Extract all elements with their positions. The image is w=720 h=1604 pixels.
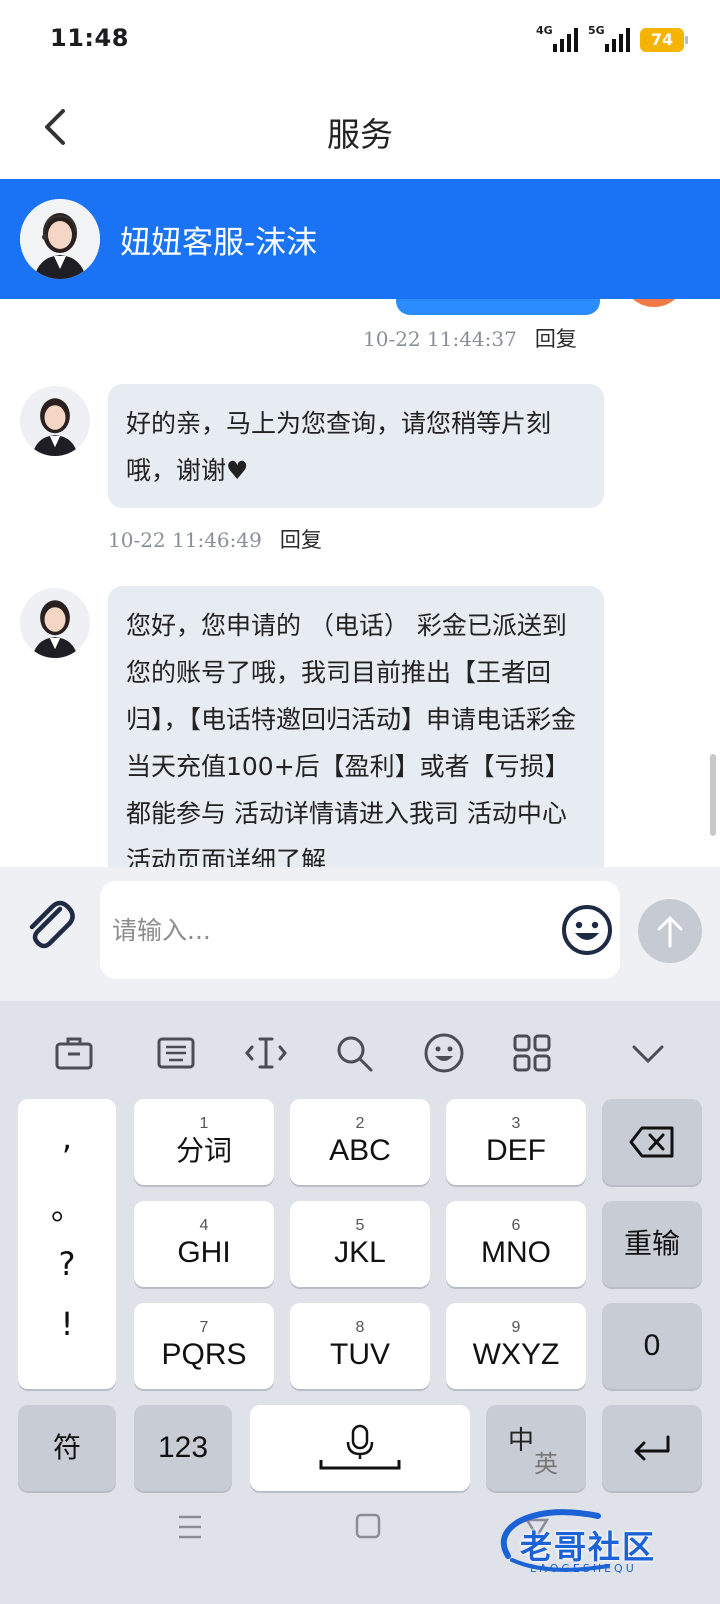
return-icon xyxy=(634,1435,670,1461)
status-icons: 4G 5G 74 xyxy=(536,24,688,52)
backspace-icon xyxy=(629,1126,674,1158)
key-label: DEF xyxy=(486,1134,546,1167)
previous-user-bubble[interactable] xyxy=(396,299,600,315)
reinput-key[interactable]: 重输 xyxy=(602,1201,702,1287)
key-label: WXYZ xyxy=(472,1338,560,1371)
message-bubble[interactable]: 好的亲，马上为您查询，请您稍等片刻哦，谢谢♥ xyxy=(108,384,604,508)
home-icon[interactable] xyxy=(354,1512,382,1540)
message-time: 10-22 11:46:49 xyxy=(108,528,262,552)
battery-indicator: 74 xyxy=(640,28,688,52)
chevron-down-icon[interactable] xyxy=(626,1031,670,1075)
reply-button[interactable]: 回复 xyxy=(280,528,322,552)
input-placeholder: 请输入... xyxy=(112,916,211,945)
key-9[interactable]: 9 WXYZ xyxy=(446,1303,586,1389)
user-avatar xyxy=(622,299,686,307)
space-key[interactable] xyxy=(250,1405,470,1491)
key-number: 3 xyxy=(511,1115,521,1132)
watermark-subtext: LAOGESHEQU xyxy=(530,1562,637,1575)
key-label: 分词 xyxy=(175,1134,232,1167)
agent-message-avatar xyxy=(20,386,90,456)
reply-button[interactable]: 回复 xyxy=(535,327,577,351)
microphone-icon xyxy=(319,1424,401,1470)
search-icon[interactable] xyxy=(332,1031,376,1075)
enter-key[interactable] xyxy=(602,1405,702,1491)
lang-zh: 中 xyxy=(508,1425,535,1455)
emoji-button[interactable] xyxy=(560,903,614,957)
message-time: 10-22 11:44:37 xyxy=(363,327,517,351)
signal-4g-icon: 4G xyxy=(536,24,578,52)
signal-5g-label: 5G xyxy=(588,24,605,37)
signal-4g-label: 4G xyxy=(536,24,553,37)
key-label: ABC xyxy=(329,1134,391,1167)
key-number: 1 xyxy=(199,1115,209,1132)
key-label: 0 xyxy=(643,1329,661,1362)
key-3[interactable]: 3 DEF xyxy=(446,1099,586,1185)
chat-area[interactable]: 10-22 11:44:37 回复 好的亲，马上为您查询，请您稍等片刻哦，谢谢♥ … xyxy=(0,299,720,867)
smiley-icon xyxy=(562,905,612,955)
punctuation-column[interactable]: , 。 ? ! xyxy=(18,1099,116,1389)
menu-icon[interactable] xyxy=(176,1514,204,1540)
key-6[interactable]: 6 MNO xyxy=(446,1201,586,1287)
message-meta: 10-22 11:46:49 回复 xyxy=(108,524,322,554)
punct-exclaim[interactable]: ! xyxy=(18,1305,116,1343)
key-label: JKL xyxy=(334,1236,386,1269)
numbers-key[interactable]: 123 xyxy=(134,1405,232,1491)
language-switch-key[interactable]: 中 英 xyxy=(486,1405,586,1491)
apps-grid-icon[interactable] xyxy=(510,1031,554,1075)
page-title: 服务 xyxy=(327,115,393,154)
agent-message-avatar xyxy=(20,588,90,658)
key-2[interactable]: 2 ABC xyxy=(290,1099,430,1185)
status-bar: 11:48 4G 5G 74 xyxy=(0,0,720,80)
agent-avatar xyxy=(20,199,100,279)
paperclip-icon xyxy=(29,900,75,949)
punct-question[interactable]: ? xyxy=(18,1245,116,1283)
key-number: 9 xyxy=(511,1319,521,1336)
key-label: TUV xyxy=(330,1338,390,1371)
message-input[interactable]: 请输入... xyxy=(100,881,620,979)
key-7[interactable]: 7 PQRS xyxy=(134,1303,274,1389)
signal-5g-icon: 5G xyxy=(588,24,630,52)
chat-scrollbar[interactable] xyxy=(710,754,716,836)
keyboard-icon[interactable] xyxy=(154,1031,198,1075)
key-1[interactable]: 1 分词 xyxy=(134,1099,274,1185)
emoji-icon[interactable] xyxy=(422,1031,466,1075)
key-5[interactable]: 5 JKL xyxy=(290,1201,430,1287)
key-number: 4 xyxy=(199,1217,209,1234)
key-label: PQRS xyxy=(161,1338,247,1371)
agent-header: 妞妞客服-沫沫 xyxy=(0,179,720,299)
key-number: 5 xyxy=(355,1217,365,1234)
message-meta: 10-22 11:44:37 回复 xyxy=(363,323,577,353)
input-bar: 请输入... xyxy=(0,867,720,1001)
key-label: GHI xyxy=(177,1236,231,1269)
status-time: 11:48 xyxy=(50,24,129,52)
cursor-icon[interactable] xyxy=(244,1031,288,1075)
symbols-key[interactable]: 符 xyxy=(18,1405,116,1491)
key-label: 123 xyxy=(157,1431,209,1464)
key-number: 2 xyxy=(355,1115,365,1132)
attach-button[interactable] xyxy=(22,895,78,951)
key-label: 重输 xyxy=(623,1227,680,1260)
lang-en: 英 xyxy=(534,1451,558,1478)
send-button[interactable] xyxy=(638,899,702,963)
key-8[interactable]: 8 TUV xyxy=(290,1303,430,1389)
key-4[interactable]: 4 GHI xyxy=(134,1201,274,1287)
toolbox-icon[interactable] xyxy=(52,1031,96,1075)
key-number: 7 xyxy=(199,1319,209,1336)
key-label: MNO xyxy=(481,1236,551,1269)
arrow-up-icon xyxy=(657,916,683,948)
keyboard-toolbar xyxy=(0,1001,720,1099)
language-switch-label: 中 英 xyxy=(506,1418,566,1478)
key-label: 符 xyxy=(52,1431,81,1464)
key-number: 6 xyxy=(511,1217,521,1234)
backspace-key[interactable] xyxy=(602,1099,702,1185)
punct-comma[interactable]: , xyxy=(18,1119,116,1157)
message-bubble[interactable]: 您好，您申请的 （电话） 彩金已派送到您的账号了哦，我司目前推出【王者回归】，【… xyxy=(108,586,604,867)
top-nav: 服务 xyxy=(0,80,720,179)
agent-name: 妞妞客服-沫沫 xyxy=(120,225,318,261)
key-0[interactable]: 0 xyxy=(602,1303,702,1389)
key-number: 8 xyxy=(355,1319,365,1336)
punct-period[interactable]: 。 xyxy=(18,1183,116,1229)
